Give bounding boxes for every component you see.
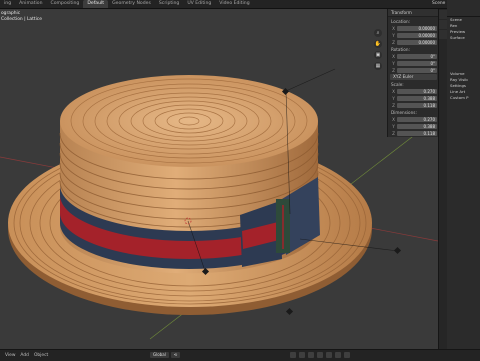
dimensions-x-row: X 0.270 bbox=[392, 116, 437, 122]
rotation-y-field[interactable]: 0° bbox=[397, 60, 437, 66]
grid-icon[interactable]: ▦ bbox=[374, 62, 382, 70]
transform-sidebar: Transform Location: X 0.00000 Y 0.00000 Z0… bbox=[387, 9, 439, 137]
dimensions-y-field[interactable]: 0.388 bbox=[397, 123, 437, 129]
rotation-z-row: Z 0° bbox=[392, 67, 437, 73]
pivot-icon[interactable]: ⟲ bbox=[170, 352, 181, 358]
menu-add[interactable]: Add bbox=[20, 353, 29, 358]
location-z-field[interactable]: 0.00000 bbox=[397, 39, 437, 45]
transform-orientation-dropdown[interactable]: Global bbox=[150, 352, 169, 358]
dimensions-y-row: Y 0.388 bbox=[392, 123, 437, 129]
tab-geometry-nodes[interactable]: Geometry Nodes bbox=[108, 0, 155, 8]
menu-view[interactable]: View bbox=[5, 353, 15, 358]
menu-object[interactable]: Object bbox=[34, 353, 48, 358]
location-x-field[interactable]: 0.00000 bbox=[397, 25, 437, 31]
tab-compositing[interactable]: Compositing bbox=[47, 0, 84, 8]
navigation-gizmo: ⌕ ✋ ▣ ▦ bbox=[374, 29, 384, 73]
xray-icon[interactable] bbox=[308, 352, 314, 358]
zoom-icon[interactable]: ⌕ bbox=[374, 29, 382, 37]
hat-crown-top bbox=[60, 75, 318, 167]
dimensions-label: Dimensions: bbox=[391, 110, 417, 115]
scale-label: Scale: bbox=[391, 82, 404, 87]
sidebar-tabs bbox=[438, 9, 447, 349]
tab-animation[interactable]: Animation bbox=[15, 0, 46, 8]
tab-uv-editing[interactable]: UV Editing bbox=[183, 0, 215, 8]
scene-selector[interactable]: Scene bbox=[432, 1, 445, 6]
workspace-tabs-bar: ing Animation Compositing Default Geomet… bbox=[0, 0, 480, 9]
scale-x-row: X 0.270 bbox=[392, 88, 437, 94]
properties-custom-properties-row[interactable]: Custom P bbox=[447, 95, 480, 101]
rotation-label: Rotation: bbox=[391, 47, 410, 52]
location-z-row: Z 0.00000 bbox=[392, 39, 437, 45]
tab-default[interactable]: Default bbox=[83, 0, 109, 8]
viewport-header-bar: View Add Object Global ⟲ bbox=[0, 349, 480, 361]
location-label: Location: bbox=[391, 19, 411, 24]
sidebar-tab-tool[interactable] bbox=[439, 20, 447, 29]
tab-shading[interactable]: ing bbox=[0, 0, 15, 8]
scale-y-row: Y 0.388 bbox=[392, 95, 437, 101]
overlay-icon[interactable] bbox=[299, 352, 305, 358]
wireframe-shading-icon[interactable] bbox=[317, 352, 323, 358]
location-y-field[interactable]: 0.00000 bbox=[397, 32, 437, 38]
dimensions-z-row: Z 0.118 bbox=[392, 130, 437, 136]
sidebar-tab-view[interactable] bbox=[439, 30, 447, 39]
camera-icon[interactable]: ▣ bbox=[374, 51, 382, 59]
rendered-shading-icon[interactable] bbox=[344, 352, 350, 358]
properties-editor: Scene Ren Preview Surface Volume Ray Vis… bbox=[447, 16, 480, 350]
tab-video-editing[interactable]: Video Editing bbox=[215, 0, 253, 8]
outliner-panel bbox=[447, 0, 480, 16]
location-x-row: X 0.00000 bbox=[392, 25, 437, 31]
rotation-z-field[interactable]: 0° bbox=[397, 67, 437, 73]
rotation-mode-dropdown[interactable]: XYZ Euler bbox=[390, 74, 437, 80]
tab-scripting[interactable]: Scripting bbox=[155, 0, 183, 8]
transform-panel-header[interactable]: Transform bbox=[388, 9, 439, 17]
3d-viewport[interactable]: ographic Collection | Lattice ⌕ ✋ ▣ ▦ bbox=[0, 9, 438, 349]
sidebar-tab-item[interactable] bbox=[439, 10, 447, 19]
hand-icon[interactable]: ✋ bbox=[374, 40, 382, 48]
scale-z-field[interactable]: 0.118 bbox=[397, 102, 437, 108]
visibility-icon[interactable] bbox=[290, 352, 296, 358]
rotation-x-field[interactable]: 0° bbox=[397, 53, 437, 59]
scale-z-row: Z 0.118 bbox=[392, 102, 437, 108]
view-overlay-mode: ographic bbox=[1, 11, 21, 16]
viewport-scene bbox=[0, 68, 438, 340]
rotation-y-row: Y 0° bbox=[392, 60, 437, 66]
dimensions-x-field[interactable]: 0.270 bbox=[397, 116, 437, 122]
scale-y-field[interactable]: 0.388 bbox=[397, 95, 437, 101]
scale-x-field[interactable]: 0.270 bbox=[397, 88, 437, 94]
view-overlay-collection: Collection | Lattice bbox=[1, 17, 42, 22]
material-shading-icon[interactable] bbox=[335, 352, 341, 358]
solid-shading-icon[interactable] bbox=[326, 352, 332, 358]
transform-orientation-tools: Global ⟲ bbox=[150, 352, 181, 358]
shading-buttons bbox=[290, 352, 350, 358]
rotation-x-row: X 0° bbox=[392, 53, 437, 59]
dimensions-z-field[interactable]: 0.118 bbox=[397, 130, 437, 136]
location-y-row: Y 0.00000 bbox=[392, 32, 437, 38]
